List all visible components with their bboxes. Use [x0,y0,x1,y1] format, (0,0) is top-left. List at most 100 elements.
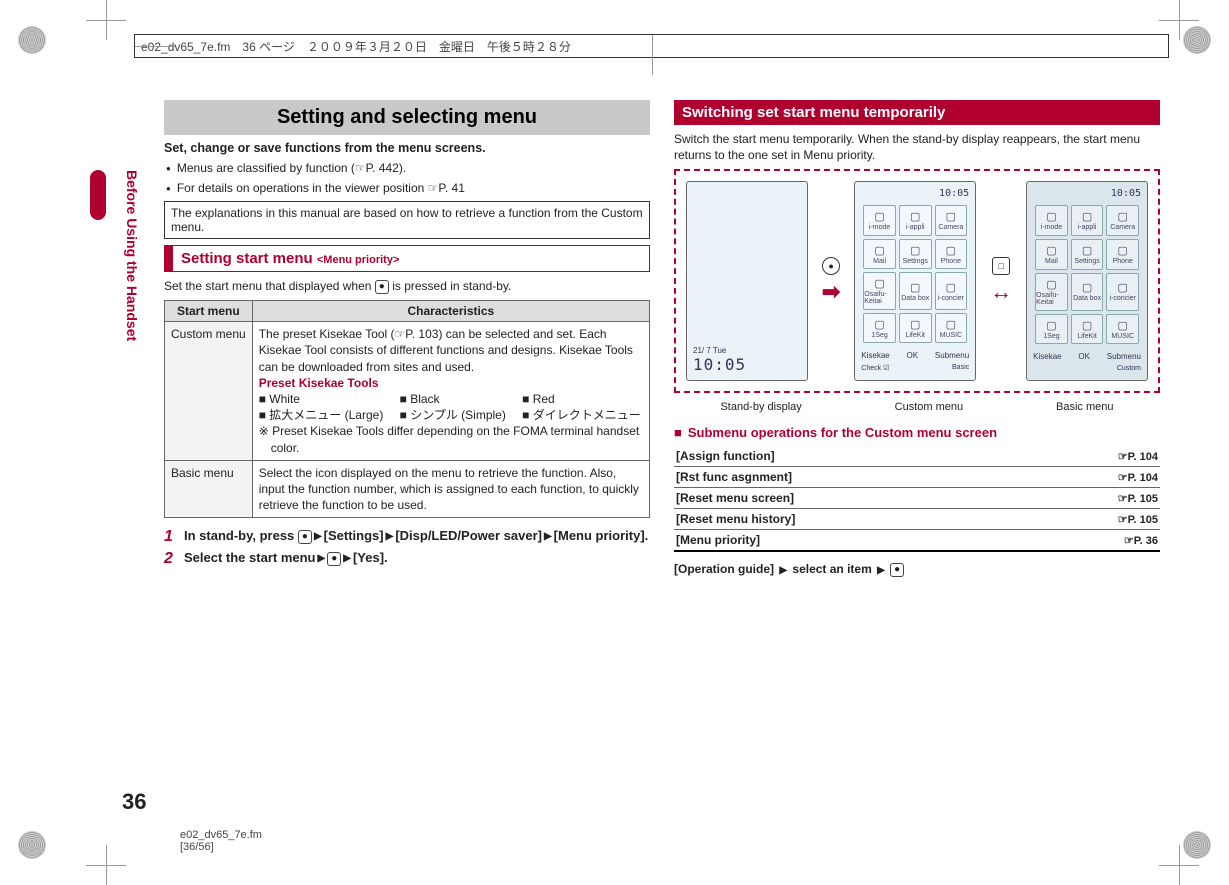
menu-cell: ▢Settings [899,239,932,270]
preset-item: Red [522,391,643,407]
menu-cell: ▢i-concier [935,272,968,310]
table-row: [Assign function]☞P. 104 [674,446,1160,467]
illustration-captions: Stand-by display Custom menu Basic menu [674,399,1160,419]
soft-key-icon: □ [992,257,1010,275]
menu-cell-label: 1Seg [871,332,887,339]
center-key-icon: ● [375,280,389,294]
center-key-icon: ● [822,257,840,275]
arrow-right-icon: ▶ [875,565,887,576]
menu-cell-label: LifeKit [905,332,924,339]
app-icon: ▢ [1082,281,1092,294]
caption: Custom menu [895,401,963,413]
arrow-right-icon: ➡ [822,279,840,305]
menu-cell-label: 1Seg [1043,333,1059,340]
preset-item: Black [400,391,509,407]
caption: Basic menu [1056,401,1113,413]
page-header: e02_dv65_7e.fm 36 ページ ２００９年３月２０日 金曜日 午後５… [134,34,1169,58]
app-icon: ▢ [910,318,920,331]
menu-cell: ▢i-mode [863,205,896,236]
step-1: 1 In stand-by, press ●▶[Settings]▶[Disp/… [164,528,650,546]
app-icon: ▢ [1118,319,1128,332]
right-column: Switching set start menu temporarily Swi… [674,100,1160,805]
arrow-right-icon: ▶ [312,531,324,542]
arrow-right-icon: ▶ [316,553,328,564]
note-box: The explanations in this manual are base… [164,201,650,239]
menu-cell: ▢1Seg [863,313,896,344]
menu-cell-label: Phone [941,258,961,265]
app-icon: ▢ [1082,319,1092,332]
menu-cell-label: Mail [1045,258,1058,265]
ref-page: ☞P. 105 [1032,509,1160,530]
app-icon: ▢ [1046,319,1056,332]
menu-grid: ▢i-mode▢i-appli▢Camera▢Mail▢Settings▢Pho… [1033,199,1141,350]
menu-cell-label: i-appli [906,224,925,231]
lead-text: Set, change or save functions from the m… [164,141,650,155]
arrow-both-icon: ↔ [990,279,1012,305]
menu-cell: ▢LifeKit [1071,314,1104,345]
printers-target-icon [18,26,46,54]
menu-cell: ▢i-mode [1035,205,1068,236]
submenu-operations-heading: Submenu operations for the Custom menu s… [674,425,1160,440]
page-number: 36 [122,789,146,815]
menu-cell-label: Settings [903,258,928,265]
menu-cell-label: i-concier [1109,295,1135,302]
menu-cell: ▢Data box [1071,273,1104,311]
menu-cell-label: Phone [1113,258,1133,265]
preset-item: ダイレクトメニュー [522,407,643,423]
menu-cell-label: Mail [873,258,886,265]
caption: Stand-by display [720,401,801,413]
phone-custom-menu: 10:05 ▢i-mode▢i-appli▢Camera▢Mail▢Settin… [854,181,976,381]
arrow-right-icon: ▶ [777,565,789,576]
arrow-right-icon: ▶ [542,531,554,542]
table-header: Start menu [165,301,253,322]
preset-title: Preset Kisekae Tools [259,375,643,391]
center-key-icon: ● [298,530,312,544]
app-icon: ▢ [1082,210,1092,223]
menu-grid: ▢i-mode▢i-appli▢Camera▢Mail▢Settings▢Pho… [861,199,969,349]
menu-cell: ▢Data box [899,272,932,310]
footer: e02_dv65_7e.fm [36/56] [180,829,262,853]
menu-cell: ▢1Seg [1035,314,1068,345]
table-row: [Menu priority]☞P. 36 [674,530,1160,552]
bullet-item: For details on operations in the viewer … [164,181,650,195]
menu-cell-label: MUSIC [940,332,963,339]
intro-text: Switch the start menu temporarily. When … [674,131,1160,163]
menu-cell-label: i-concier [938,295,964,302]
crop-mark-icon [1159,845,1199,885]
menu-cell-label: Camera [1110,224,1135,231]
menu-cell: ▢MUSIC [1106,314,1139,345]
h2-switching-start-menu: Switching set start menu temporarily [674,100,1160,125]
preset-note: Preset Kisekae Tools differ depending on… [259,423,643,455]
menu-cell: ▢i-appli [1071,205,1104,236]
app-icon: ▢ [946,281,956,294]
ref-label: [Reset menu screen] [674,488,1032,509]
menu-cell-label: Camera [938,224,963,231]
menu-cell: ▢Mail [1035,239,1068,270]
ref-page: ☞P. 36 [1032,530,1160,552]
app-icon: ▢ [1046,210,1056,223]
center-key-icon: ● [890,563,904,577]
table-row: [Rst func asgnment]☞P. 104 [674,467,1160,488]
left-column: Setting and selecting menu Set, change o… [164,100,650,805]
menu-cell: ▢Phone [935,239,968,270]
table-cell: The preset Kisekae Tool (☞P. 103) can be… [252,322,649,461]
arrow-right-icon: ▶ [384,531,396,542]
app-icon: ▢ [910,210,920,223]
intro-text: Set the start menu that displayed when ●… [164,278,650,294]
menu-cell: ▢Settings [1071,239,1104,270]
ref-label: [Reset menu history] [674,509,1032,530]
crop-mark-icon [1144,37,1162,55]
app-icon: ▢ [874,318,884,331]
step-2: 2 Select the start menu▶●▶[Yes]. [164,550,650,568]
section-tab-label: Before Using the Handset [124,170,140,341]
menu-cell: ▢Camera [1106,205,1139,236]
reference-table: [Assign function]☞P. 104[Rst func asgnme… [674,446,1160,552]
table-row: Basic menu Select the icon displayed on … [165,460,650,518]
menu-cell: ▢LifeKit [899,313,932,344]
menu-cell-label: Data box [901,295,929,302]
menu-cell: ▢Phone [1106,239,1139,270]
bullet-item: Menus are classified by function (☞P. 44… [164,161,650,175]
menu-cell: ▢i-concier [1106,273,1139,311]
standby-clock: 10:05 [693,355,801,374]
ref-label: [Assign function] [674,446,1032,467]
